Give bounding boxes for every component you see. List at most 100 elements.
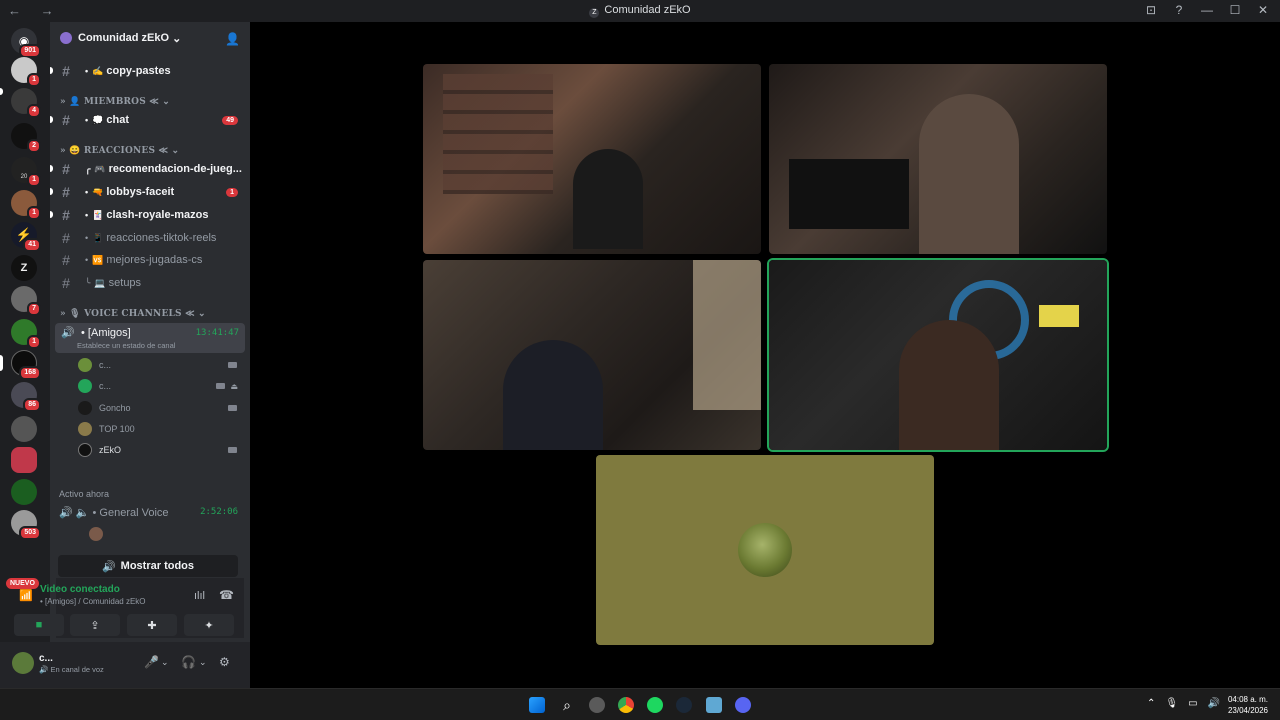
add-member-icon[interactable]: 👤 xyxy=(225,32,240,46)
app-icon[interactable] xyxy=(589,697,605,713)
microphone-icon[interactable]: 🎤 xyxy=(144,655,159,669)
chrome-icon[interactable] xyxy=(618,697,634,713)
help-icon[interactable]: ? xyxy=(1172,3,1186,17)
notepad-icon[interactable] xyxy=(706,697,722,713)
dot-icon: • xyxy=(85,233,89,243)
inbox-icon[interactable]: ⊡ xyxy=(1144,3,1158,17)
chevron-down-icon[interactable]: ⌄ xyxy=(161,657,169,668)
channel-item[interactable]: # • 📱 reacciones-tiktok-reels xyxy=(50,228,250,248)
server-icon[interactable]: 1 xyxy=(11,57,41,87)
voice-location[interactable]: • [Amigos] / Comunidad zEkO xyxy=(40,597,146,606)
search-icon[interactable]: ⌕ xyxy=(559,697,575,713)
spotify-icon[interactable] xyxy=(647,697,663,713)
server-icon[interactable]: 503 xyxy=(11,510,41,540)
server-icon[interactable]: 86 xyxy=(11,382,41,412)
channel-emoji: ✍ xyxy=(92,65,104,76)
category-voice[interactable]: » 🎙 VOICE CHANNELS ≪ ⌄ xyxy=(60,309,206,319)
activities-button[interactable]: ✚ xyxy=(127,614,177,636)
channel-item[interactable]: # ╭ 🎮 recomendacion-de-jueg... xyxy=(50,159,250,179)
voice-user[interactable]: TOP 100 xyxy=(78,420,243,438)
category-reacciones[interactable]: » 😀 REACCIONES ≪ ⌄ xyxy=(60,146,179,156)
general-voice-channel[interactable]: 🔊 🔈 • General Voice 2:52:06 xyxy=(59,506,244,519)
video-tile-speaking[interactable] xyxy=(769,260,1107,450)
discord-icon[interactable] xyxy=(735,697,751,713)
voice-user[interactable]: Goncho xyxy=(78,399,243,417)
channel-item[interactable]: # • 🔫 lobbys-faceit 1 xyxy=(50,182,250,202)
channel-name: mejores-jugadas-cs xyxy=(106,254,203,266)
shelf-graphic xyxy=(443,74,553,194)
server-icon[interactable]: 4 xyxy=(11,88,41,118)
channel-item[interactable]: # • 💭 chat 49 xyxy=(50,110,250,130)
category-label: REACCIONES ≪ xyxy=(83,146,169,156)
server-badge: 901 xyxy=(19,44,41,58)
window-title-text: Comunidad zEkO xyxy=(604,4,691,16)
clock[interactable]: 04:08 a. m. 23/04/2026 xyxy=(1228,694,1268,716)
channel-item[interactable]: # ╰ 💻 setups xyxy=(50,273,250,293)
server-icon[interactable]: 2 xyxy=(11,123,41,153)
server-icon[interactable]: Z xyxy=(11,255,37,281)
disconnect-icon[interactable]: ☎ xyxy=(219,588,234,602)
server-icon[interactable]: 7 xyxy=(11,286,41,316)
active-now-label: Activo ahora xyxy=(59,489,110,499)
user-panel: c... 🔊 En canal de voz 🎤 ⌄ 🎧 ⌄ ⚙ xyxy=(0,642,250,688)
channel-status[interactable]: Establece un estado de canal xyxy=(77,341,175,350)
video-tile[interactable] xyxy=(769,64,1107,254)
voice-user[interactable]: zEkO xyxy=(78,441,243,459)
show-all-button[interactable]: 🔊 Mostrar todos xyxy=(58,555,238,577)
channel-item[interactable]: # • 🆚 mejores-jugadas-cs xyxy=(50,250,250,270)
server-badge: 1 xyxy=(27,206,41,220)
avatar[interactable] xyxy=(89,527,103,541)
minimize-button[interactable]: — xyxy=(1200,3,1214,17)
screen-share-button[interactable]: ⇪ xyxy=(70,614,120,636)
hash-icon: # xyxy=(62,112,70,128)
server-badge: 86 xyxy=(23,398,41,412)
maximize-button[interactable]: ☐ xyxy=(1228,3,1242,17)
user-name[interactable]: c... xyxy=(39,653,53,664)
voice-status[interactable]: Video conectado xyxy=(40,584,120,595)
headphones-icon[interactable]: 🎧 xyxy=(181,655,196,669)
video-tile[interactable] xyxy=(423,64,761,254)
chevron-down-icon[interactable]: ⌄ xyxy=(199,657,207,668)
server-icon[interactable]: 20 1 xyxy=(11,157,41,187)
server-icon[interactable] xyxy=(11,447,37,473)
channel-item[interactable]: # • ✍ copy-pastes xyxy=(50,61,250,81)
server-icon[interactable]: 168 xyxy=(11,350,41,380)
channel-name: reacciones-tiktok-reels xyxy=(106,232,217,244)
desk-graphic xyxy=(789,159,909,229)
category-miembros[interactable]: » 👤 MIEMBROS ≪ ⌄ xyxy=(60,97,170,107)
avatar[interactable] xyxy=(12,652,34,674)
volume-icon[interactable]: 🔊 xyxy=(1208,698,1220,709)
voice-channel-amigos[interactable]: 🔊 • [Amigos] 13:41:47 Establece un estad… xyxy=(55,323,245,353)
voice-user[interactable]: c... xyxy=(78,356,243,374)
avatar-tile[interactable] xyxy=(596,455,934,645)
category-label: MIEMBROS ≪ xyxy=(83,97,159,107)
start-icon[interactable] xyxy=(529,697,545,713)
camera-button[interactable]: ■ xyxy=(14,614,64,636)
channel-item[interactable]: # • 🃏 clash-royale-mazos xyxy=(50,205,250,225)
noise-suppression-icon[interactable]: ılıl xyxy=(194,590,205,602)
close-button[interactable]: ✕ xyxy=(1256,3,1270,17)
display-icon[interactable]: ▭ xyxy=(1188,698,1197,709)
video-stage xyxy=(250,22,1280,688)
microphone-icon[interactable]: 🎙 xyxy=(1165,698,1178,709)
soundboard-button[interactable]: ✦ xyxy=(184,614,234,636)
server-icon[interactable]: 1 xyxy=(11,190,41,220)
curtain-graphic xyxy=(693,260,761,410)
voice-user[interactable]: c... ⏏ xyxy=(78,377,243,395)
general-voice-time: 2:52:06 xyxy=(200,507,238,517)
server-icon[interactable] xyxy=(11,479,37,505)
video-tile[interactable] xyxy=(423,260,761,450)
direct-messages-button[interactable]: ◉ 901 xyxy=(11,28,41,58)
server-icon[interactable] xyxy=(11,416,37,442)
hash-icon: # xyxy=(62,63,70,79)
server-badge: 2 xyxy=(27,139,41,153)
unread-pill xyxy=(0,88,3,95)
server-icon[interactable]: 1 xyxy=(11,319,41,349)
guild-header[interactable]: Comunidad zEkO ⌄ 👤 xyxy=(50,22,250,54)
chevron-up-icon[interactable]: ⌃ xyxy=(1147,698,1155,709)
taskbar: ⌕ ⌃ 🎙 ▭ 🔊 04:08 a. m. 23/04/2026 xyxy=(0,688,1280,720)
server-icon[interactable]: ⚡ 41 xyxy=(11,222,41,252)
steam-icon[interactable] xyxy=(676,697,692,713)
letter-icon: Z xyxy=(11,255,37,281)
gear-icon[interactable]: ⚙ xyxy=(219,655,230,669)
